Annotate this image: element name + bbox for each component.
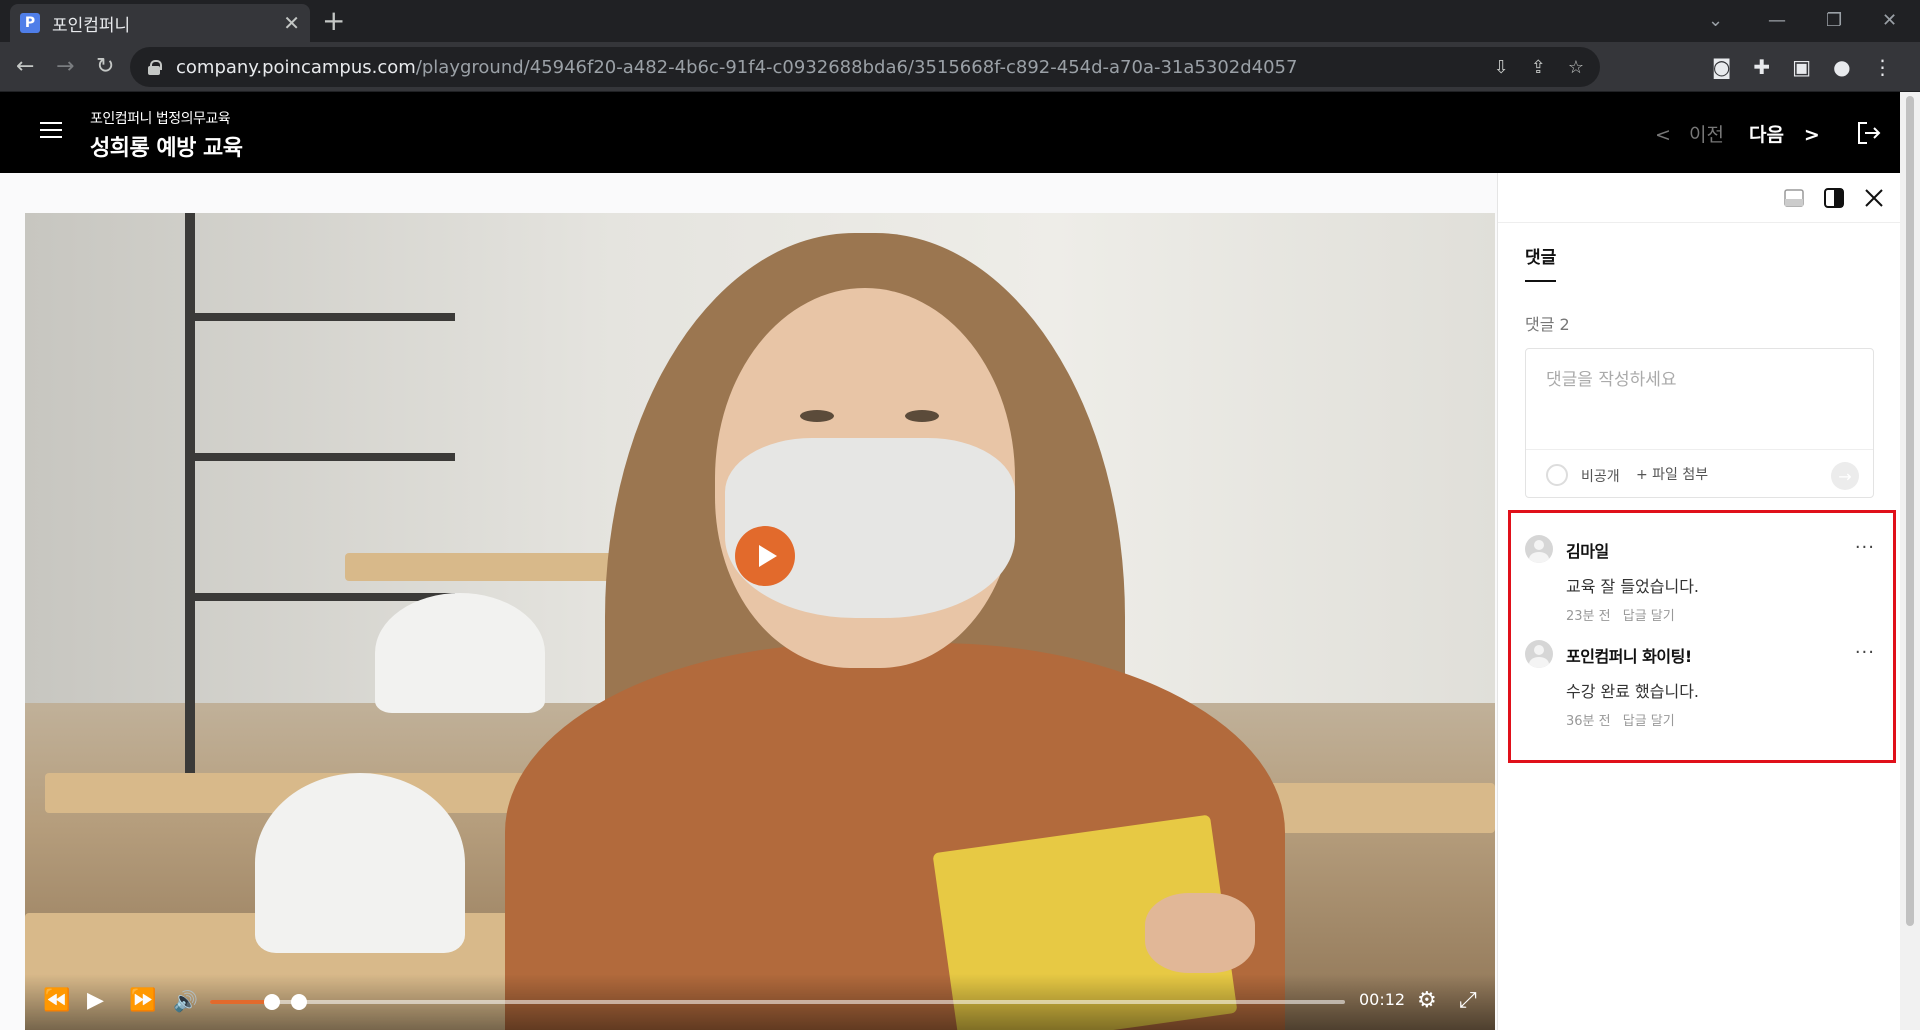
panel-toolbar bbox=[1498, 173, 1900, 223]
prev-button[interactable]: < 이전 bbox=[1655, 120, 1724, 147]
comment-author: 포인컴퍼니 화이팅! bbox=[1566, 647, 1692, 666]
volume-icon[interactable]: 🔊 bbox=[173, 988, 198, 1014]
comment-body: 수강 완료 했습니다. bbox=[1566, 682, 1700, 701]
reply-link[interactable]: 답글 달기 bbox=[1623, 714, 1675, 729]
url-host: company.poincampus.com bbox=[176, 56, 416, 78]
comment-body: 교육 잘 들었습니다. bbox=[1566, 577, 1700, 596]
progress-fill bbox=[210, 1000, 273, 1004]
tab-search-icon[interactable]: ⌄ bbox=[1708, 0, 1723, 40]
dock-bottom-icon[interactable] bbox=[1783, 187, 1805, 209]
share-icon[interactable]: ⇪ bbox=[1531, 57, 1546, 78]
main-content: ⏪ ▶ ⏩ 🔊 00:12 ⚙ ⤢ bbox=[0, 173, 1497, 1030]
player-controls: ⏪ ▶ ⏩ 🔊 00:12 ⚙ ⤢ bbox=[25, 974, 1495, 1030]
tab-comments[interactable]: 댓글 bbox=[1525, 243, 1557, 282]
comment-input[interactable] bbox=[1526, 349, 1873, 449]
next-button[interactable]: 다음 > bbox=[1749, 120, 1820, 147]
minimize-button[interactable]: — bbox=[1768, 0, 1786, 40]
tab-title: 포인컴퍼니 bbox=[52, 15, 131, 36]
comment-count: 댓글 2 bbox=[1525, 315, 1570, 334]
course-org: 포인컴퍼니 법정의무교육 bbox=[90, 111, 231, 127]
browser-tab-strip: P 포인컴퍼니 ✕ + ⌄ — ❐ ✕ bbox=[0, 0, 1920, 42]
settings-gear-icon[interactable]: ⚙ bbox=[1417, 988, 1437, 1014]
forward-icon[interactable]: → bbox=[56, 52, 74, 82]
profile-icon[interactable]: ● bbox=[1833, 55, 1850, 79]
sidepanel-icon[interactable]: ▣ bbox=[1792, 55, 1811, 79]
restore-button[interactable]: ❐ bbox=[1826, 0, 1842, 40]
next-label: 다음 bbox=[1749, 124, 1784, 146]
close-panel-icon[interactable] bbox=[1863, 187, 1885, 209]
shelf-board bbox=[195, 313, 455, 321]
chevron-left-icon: < bbox=[1655, 124, 1671, 146]
avatar bbox=[1525, 640, 1553, 668]
reply-link[interactable]: 답글 달기 bbox=[1623, 609, 1675, 624]
fast-forward-icon[interactable]: ⏩ bbox=[129, 988, 156, 1014]
comment-editor: 비공개 + 파일 첨부 → bbox=[1525, 348, 1874, 498]
lock-icon[interactable] bbox=[148, 60, 162, 75]
private-checkbox[interactable] bbox=[1546, 464, 1568, 486]
close-tab-icon[interactable]: ✕ bbox=[283, 11, 300, 35]
panel-tabs: 댓글 bbox=[1525, 243, 1557, 282]
fullscreen-icon[interactable]: ⤢ bbox=[1459, 988, 1477, 1014]
attach-file-button[interactable]: + 파일 첨부 bbox=[1636, 464, 1708, 484]
person-eye bbox=[905, 410, 939, 422]
page-scrollbar[interactable] bbox=[1900, 92, 1920, 1030]
send-arrow-icon[interactable]: → bbox=[1831, 462, 1859, 490]
menu-hamburger-icon[interactable] bbox=[40, 122, 62, 140]
scrollbar-thumb[interactable] bbox=[1906, 96, 1914, 926]
comment-time: 36분 전 bbox=[1566, 714, 1611, 729]
shelf-board bbox=[195, 593, 455, 601]
browser-tab[interactable]: P 포인컴퍼니 ✕ bbox=[10, 4, 310, 42]
center-play-button[interactable] bbox=[735, 526, 795, 586]
chevron-right-icon: > bbox=[1803, 124, 1820, 146]
progress-knob[interactable] bbox=[290, 994, 307, 1010]
new-tab-button[interactable]: + bbox=[322, 6, 345, 36]
camera-icon[interactable]: ◙ bbox=[1712, 55, 1731, 79]
desk bbox=[345, 553, 625, 581]
chair bbox=[255, 773, 465, 953]
url-path: /playground/45946f20-a482-4b6c-91f4-c093… bbox=[415, 56, 1298, 78]
comment-meta: 23분 전 답글 달기 bbox=[1566, 605, 1675, 624]
menu-icon[interactable]: ⋮ bbox=[1873, 55, 1893, 79]
exit-icon[interactable] bbox=[1857, 122, 1881, 144]
shelf-board bbox=[195, 453, 455, 461]
volume-knob[interactable] bbox=[264, 994, 281, 1010]
course-header: 포인컴퍼니 법정의무교육 성희롱 예방 교육 < 이전 다음 > bbox=[0, 92, 1900, 173]
favicon-icon: P bbox=[20, 13, 40, 33]
address-bar[interactable]: company.poincampus.com/playground/45946f… bbox=[130, 47, 1600, 87]
star-icon[interactable]: ☆ bbox=[1568, 57, 1584, 78]
editor-footer: 비공개 + 파일 첨부 → bbox=[1526, 449, 1873, 499]
install-icon[interactable]: ⇩ bbox=[1494, 57, 1509, 78]
shelf-post bbox=[185, 213, 195, 773]
comment-meta: 36분 전 답글 달기 bbox=[1566, 710, 1675, 729]
prev-label: 이전 bbox=[1689, 124, 1725, 146]
back-icon[interactable]: ← bbox=[16, 52, 34, 82]
person-eye bbox=[800, 410, 834, 422]
comment-time: 23분 전 bbox=[1566, 609, 1611, 624]
video-player[interactable]: ⏪ ▶ ⏩ 🔊 00:12 ⚙ ⤢ bbox=[25, 213, 1495, 1030]
comments-panel: 댓글 댓글 2 비공개 + 파일 첨부 → 김마일 ··· 교육 잘 들었습니다… bbox=[1497, 173, 1900, 1030]
dock-side-icon[interactable] bbox=[1823, 187, 1845, 209]
time-display: 00:12 bbox=[1359, 990, 1406, 1009]
browser-toolbar: ← → ↻ company.poincampus.com/playground/… bbox=[0, 42, 1920, 92]
progress-bar[interactable] bbox=[210, 994, 1345, 1010]
play-icon[interactable]: ▶ bbox=[87, 988, 104, 1014]
rewind-icon[interactable]: ⏪ bbox=[43, 988, 70, 1014]
more-options-icon[interactable]: ··· bbox=[1855, 537, 1875, 558]
avatar bbox=[1525, 535, 1553, 563]
more-options-icon[interactable]: ··· bbox=[1855, 642, 1875, 663]
comment-author: 김마일 bbox=[1566, 542, 1609, 561]
window-close-button[interactable]: ✕ bbox=[1882, 0, 1897, 40]
course-title: 성희롱 예방 교육 bbox=[90, 136, 243, 161]
reload-icon[interactable]: ↻ bbox=[96, 52, 114, 82]
person-hand bbox=[1145, 893, 1255, 973]
private-label: 비공개 bbox=[1581, 469, 1620, 485]
chair bbox=[375, 593, 545, 713]
extensions-icon[interactable]: ✚ bbox=[1753, 55, 1770, 79]
